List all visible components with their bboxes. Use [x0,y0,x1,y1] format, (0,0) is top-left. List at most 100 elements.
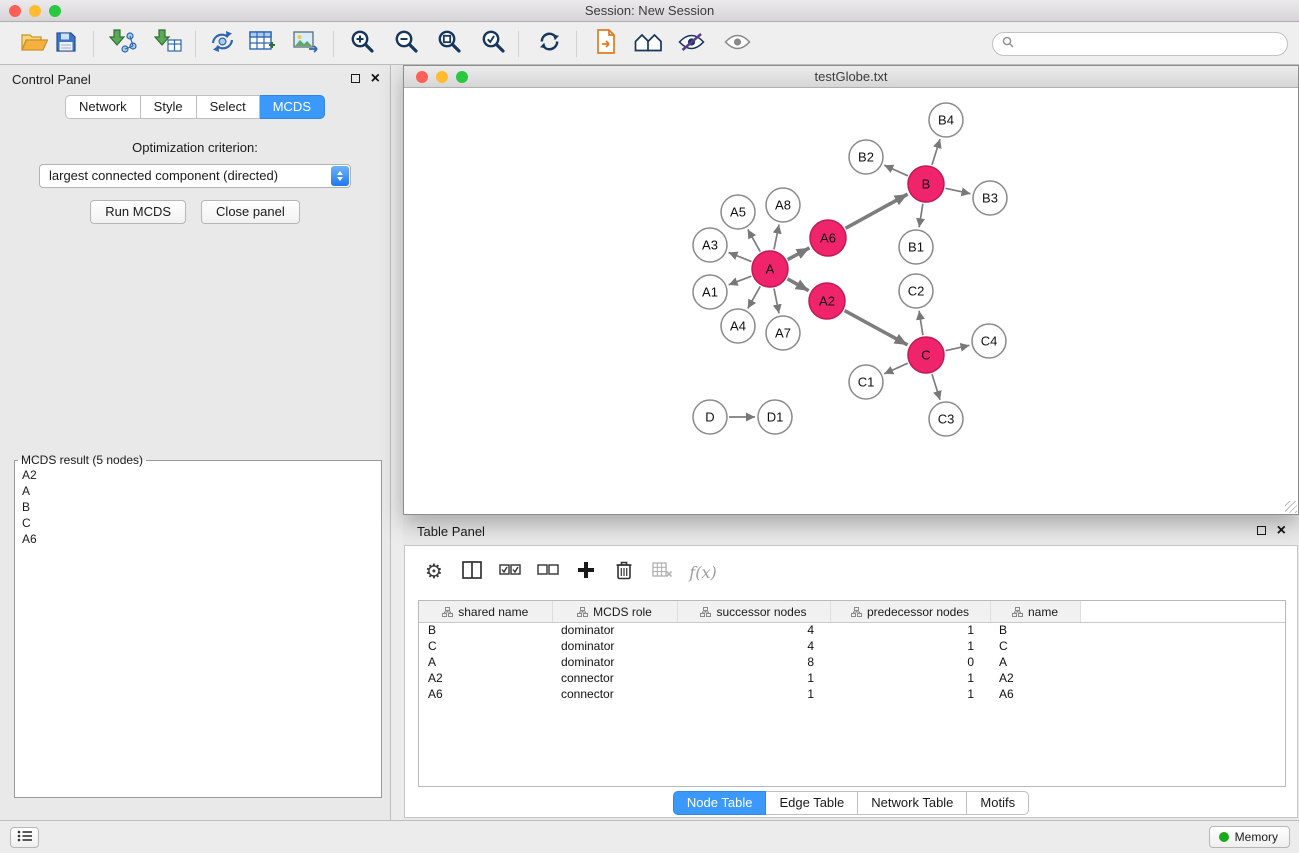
network-node-A7[interactable]: A7 [766,316,800,350]
search-box[interactable] [992,32,1288,56]
network-node-A4[interactable]: A4 [721,309,755,343]
new-table-button[interactable] [245,28,279,60]
network-node-A2[interactable]: A2 [809,283,845,319]
minimize-network-button[interactable] [436,71,448,83]
show-columns-button[interactable] [453,561,491,584]
import-table-button[interactable] [151,28,185,60]
table-row[interactable]: Bdominator41B [419,622,1285,638]
tab-mcds[interactable]: MCDS [260,95,325,119]
search-input[interactable] [1019,37,1278,51]
refresh-button[interactable] [532,28,566,60]
network-node-B2[interactable]: B2 [849,140,883,174]
mcds-result-item[interactable]: A2 [15,467,381,483]
close-table-panel-icon[interactable]: × [1277,525,1286,536]
mcds-result-item[interactable]: A6 [15,531,381,547]
network-edge-B-B1[interactable] [919,204,923,227]
zoom-fit-button[interactable] [432,28,466,60]
network-node-C2[interactable]: C2 [899,274,933,308]
network-node-B1[interactable]: B1 [899,230,933,264]
save-session-button[interactable] [49,28,83,60]
mcds-result-item[interactable]: C [15,515,381,531]
table-row[interactable]: A6connector11A6 [419,686,1285,702]
zoom-selected-button[interactable] [476,28,510,60]
tab-edge-table[interactable]: Edge Table [766,791,858,815]
tab-network[interactable]: Network [65,95,141,119]
mcds-result-item[interactable]: A [15,483,381,499]
function-builder-button[interactable]: f(x) [681,563,725,582]
network-node-D[interactable]: D [693,400,727,434]
network-node-C4[interactable]: C4 [972,324,1006,358]
clear-table-button[interactable] [643,562,681,583]
delete-row-button[interactable] [605,560,643,585]
column-header-MCDS-role[interactable]: MCDS role [552,601,677,622]
network-node-C[interactable]: C [908,337,944,373]
network-edge-A-A4[interactable] [748,286,760,308]
float-table-panel-icon[interactable] [1257,526,1266,535]
show-details-button[interactable] [720,28,754,60]
network-node-A3[interactable]: A3 [693,228,727,262]
table-row[interactable]: Adominator80A [419,654,1285,670]
network-node-A5[interactable]: A5 [721,195,755,229]
network-edge-C-C3[interactable] [932,374,940,400]
import-network-button[interactable] [106,28,140,60]
network-node-A1[interactable]: A1 [693,275,727,309]
deselect-all-button[interactable] [529,563,567,581]
first-neighbors-button[interactable] [631,28,665,60]
network-edge-A-A3[interactable] [729,252,752,261]
hide-details-button[interactable] [674,28,708,60]
table-row[interactable]: Cdominator41C [419,638,1285,654]
close-network-button[interactable] [416,71,428,83]
zoom-in-button[interactable] [345,28,379,60]
network-canvas[interactable]: AA6A2BCA5A8A3A1A4A7B2B4B3B1C2C4C1C3DD1 [404,88,1298,514]
minimize-window-button[interactable] [29,5,41,17]
export-image-button[interactable] [289,28,323,60]
column-header-predecessor-nodes[interactable]: predecessor nodes [830,601,990,622]
network-edge-C-C2[interactable] [919,311,923,335]
tab-style[interactable]: Style [141,95,197,119]
network-edge-B-B3[interactable] [946,188,971,193]
tab-network-table[interactable]: Network Table [858,791,967,815]
network-edge-C-C4[interactable] [946,345,970,350]
optimization-criterion-select[interactable]: largest connected component (directed) [39,164,351,188]
network-edge-A-A1[interactable] [729,276,752,285]
open-file-button[interactable] [17,28,51,60]
column-header-shared-name[interactable]: shared name [419,601,552,622]
close-panel-icon[interactable]: × [371,73,380,84]
mcds-result-item[interactable]: B [15,499,381,515]
zoom-out-button[interactable] [389,28,423,60]
close-panel-button[interactable]: Close panel [201,200,300,224]
network-node-C1[interactable]: C1 [849,365,883,399]
network-edge-A-A8[interactable] [774,225,779,250]
network-node-B3[interactable]: B3 [973,181,1007,215]
network-edge-A-A6[interactable] [788,248,810,260]
network-node-B4[interactable]: B4 [929,103,963,137]
zoom-window-button[interactable] [49,5,61,17]
tab-select[interactable]: Select [197,95,260,119]
task-history-button[interactable] [10,827,39,848]
network-node-C3[interactable]: C3 [929,402,963,436]
network-edge-B-B4[interactable] [932,139,940,165]
table-row[interactable]: A2connector11A2 [419,670,1285,686]
network-edge-A2-C[interactable] [845,311,908,345]
tab-node-table[interactable]: Node Table [673,791,767,815]
network-edge-B-B2[interactable] [884,165,908,176]
select-all-button[interactable] [491,563,529,581]
network-edge-A-A7[interactable] [774,289,779,314]
float-panel-icon[interactable] [351,74,360,83]
network-node-A8[interactable]: A8 [766,188,800,222]
run-mcds-button[interactable]: Run MCDS [90,200,186,224]
close-window-button[interactable] [9,5,21,17]
network-node-B[interactable]: B [908,166,944,202]
new-network-button[interactable] [205,28,239,60]
column-header-name[interactable]: name [990,601,1080,622]
open-session-button[interactable] [589,28,623,60]
tab-motifs[interactable]: Motifs [967,791,1029,815]
network-edge-A-A2[interactable] [787,279,808,291]
add-row-button[interactable] [567,561,605,584]
column-header-successor-nodes[interactable]: successor nodes [677,601,830,622]
network-edge-A6-B[interactable] [846,194,908,228]
network-node-A6[interactable]: A6 [810,220,846,256]
zoom-network-button[interactable] [456,71,468,83]
network-edge-C-C1[interactable] [884,363,908,374]
memory-button[interactable]: Memory [1209,826,1290,848]
